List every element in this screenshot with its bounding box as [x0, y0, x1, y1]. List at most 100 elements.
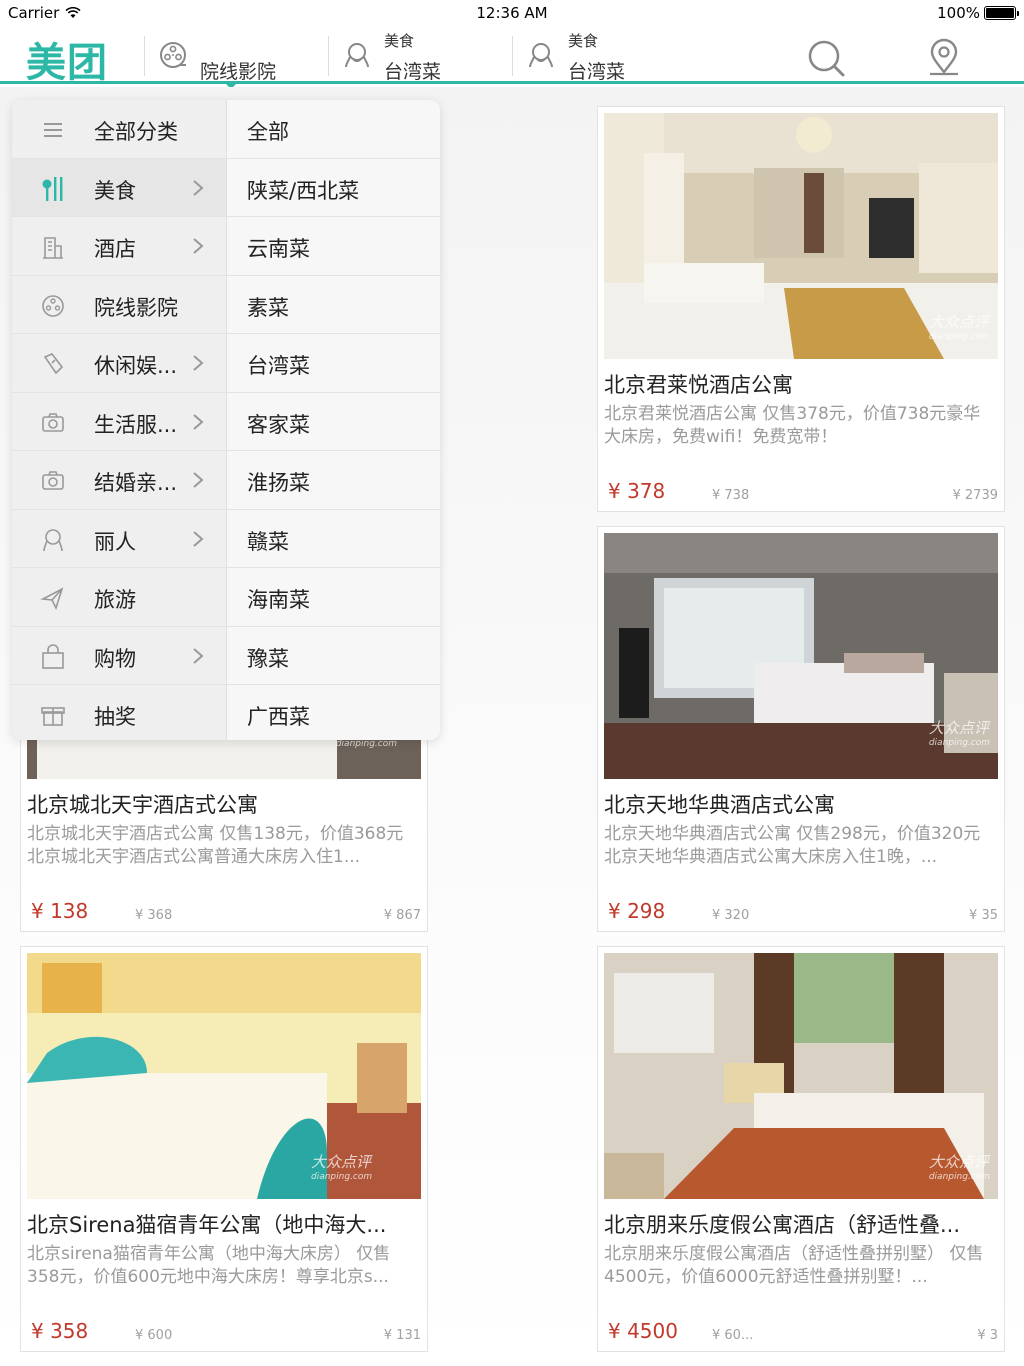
category-label: 酒店 [94, 237, 136, 261]
deal-original-price: ¥ 60... [712, 1328, 754, 1343]
category-label: 美食 [94, 178, 136, 203]
nav-food-2-bottom: 台湾菜 [568, 61, 626, 83]
category-beauty[interactable]: 丽人 [12, 510, 226, 568]
subcategory-item[interactable]: 赣菜 [227, 510, 440, 568]
subcategory-label: 全部 [247, 120, 289, 144]
category-lottery[interactable]: 抽奖 [12, 685, 226, 740]
category-label: 结婚亲... [94, 471, 178, 495]
category-hotel[interactable]: 酒店 [12, 217, 226, 276]
meituan-logo[interactable]: 美团 [26, 30, 108, 88]
deal-original-price: ¥ 600 [135, 1328, 173, 1343]
category-travel[interactable]: 旅游 [12, 568, 226, 627]
chevron-right-icon [193, 530, 204, 547]
deal-description: 北京君莱悦酒店公寓 仅售378元，价值738元豪华大床房，免费wifi！免费宽带… [604, 404, 981, 447]
chevron-right-icon [193, 472, 204, 488]
deal-card[interactable]: 大众点评 dianping.com 北京Sirena猫宿青年公寓（地中海大... … [20, 946, 428, 1352]
category-wedding[interactable]: 结婚亲... [12, 451, 226, 510]
category-shopping[interactable]: 购物 [12, 627, 226, 685]
deal-sales-count: ¥ 867 [383, 908, 421, 923]
category-label: 生活服... [94, 412, 178, 437]
subcategory-item[interactable]: 台湾菜 [227, 334, 440, 393]
watermark-main: 大众点评 [928, 313, 989, 331]
chevron-right-icon [193, 238, 204, 254]
deal-description: 北京朋来乐度假公寓酒店（舒适性叠拼别墅） 仅售4500元，价值6000元舒适性叠… [604, 1244, 984, 1287]
deal-price: ¥ 298 [608, 899, 666, 923]
nav-category-cinema[interactable]: 院线影院 [144, 30, 324, 89]
deal-title: 北京天地华典酒店式公寓 [604, 793, 835, 817]
deal-original-price: ¥ 368 [135, 908, 173, 923]
category-label: 购物 [94, 646, 136, 671]
deal-price: ¥ 138 [31, 899, 89, 923]
divider [512, 36, 513, 76]
category-cinema[interactable]: 院线影院 [12, 276, 226, 334]
chevron-right-icon [193, 647, 204, 664]
deal-price: ¥ 378 [608, 479, 666, 503]
deal-sales-count: ¥ 3 [977, 1328, 998, 1343]
divider [328, 36, 329, 76]
category-all[interactable]: 全部分类 [12, 100, 226, 159]
list-icon [44, 123, 62, 137]
deal-title: 北京Sirena猫宿青年公寓（地中海大... [27, 1213, 387, 1237]
deal-description: 北京天地华典酒店式公寓 仅售298元，价值320元北京天地华典酒店式公寓大床房入… [604, 824, 981, 867]
category-label: 院线影院 [94, 295, 178, 320]
category-list-secondary: 全部 陕菜/西北菜 云南菜 素菜 台湾菜 客家菜 淮扬菜 赣菜 海南菜 豫菜 广… [226, 100, 440, 740]
subcategory-item[interactable]: 素菜 [227, 276, 440, 334]
category-leisure[interactable]: 休闲娱... [12, 334, 226, 393]
watermark-sub: dianping.com [928, 1172, 990, 1182]
battery-indicator: 100% [937, 4, 1019, 22]
beauty-icon [345, 43, 369, 68]
search-icon[interactable] [806, 38, 846, 78]
deal-price: ¥ 358 [31, 1319, 89, 1343]
deal-sales-count: ¥ 2739 [952, 488, 999, 503]
clock: 12:36 AM [476, 4, 548, 22]
category-dropdown: 全部分类 美食 酒店 院线影院 休闲娱... 生活服... 结婚亲... 丽人 … [12, 100, 440, 740]
subcategory-item[interactable]: 客家菜 [227, 393, 440, 451]
category-label: 抽奖 [94, 705, 136, 729]
film-reel-icon [160, 42, 186, 68]
deal-card[interactable]: 大众点评 dianping.com 北京天地华典酒店式公寓 北京天地华典酒店式公寓… [597, 526, 1005, 932]
deal-original-price: ¥ 738 [712, 488, 750, 503]
category-label: 旅游 [94, 588, 136, 612]
deal-card[interactable]: 大众点评 dianping.com 北京君莱悦酒店公寓 北京君莱悦酒店公寓 仅售3… [597, 106, 1005, 512]
subcategory-item[interactable]: 海南菜 [227, 568, 440, 627]
brush-icon [43, 353, 64, 375]
subcategory-item[interactable]: 全部 [227, 100, 440, 159]
category-life-service[interactable]: 生活服... [12, 393, 226, 451]
deal-description: 北京sirena猫宿青年公寓（地中海大床房） 仅售358元，价值600元地中海大… [27, 1244, 391, 1287]
category-label: 丽人 [94, 529, 136, 554]
deal-original-price: ¥ 320 [712, 908, 750, 923]
battery-icon [984, 6, 1019, 20]
deal-title: 北京朋来乐度假公寓酒店（舒适性叠... [604, 1213, 961, 1237]
location-pin-icon[interactable] [924, 38, 964, 78]
subcategory-label: 云南菜 [247, 237, 310, 261]
beauty-icon [43, 528, 63, 551]
deal-description: 北京城北天宇酒店式公寓 仅售138元，价值368元北京城北天宇酒店式公寓普通大床… [27, 824, 404, 867]
deal-title: 北京城北天宇酒店式公寓 [27, 793, 258, 817]
watermark: 大众点评 dianping.com [929, 717, 990, 748]
subcategory-item[interactable]: 云南菜 [227, 217, 440, 276]
watermark-main: 大众点评 [928, 719, 989, 737]
subcategory-item[interactable]: 豫菜 [227, 627, 440, 685]
watermark-main: 大众点评 [928, 1153, 989, 1171]
camera-icon [42, 412, 64, 432]
nav-food-2-top: 美食 [568, 32, 599, 50]
subcategory-item[interactable]: 广西菜 [227, 685, 440, 740]
subcategory-item[interactable]: 陕菜/西北菜 [227, 159, 440, 217]
category-list-primary: 全部分类 美食 酒店 院线影院 休闲娱... 生活服... 结婚亲... 丽人 … [12, 100, 226, 740]
category-label: 全部分类 [94, 120, 178, 144]
subcategory-label: 淮扬菜 [247, 471, 310, 495]
deal-price: ¥ 4500 [608, 1319, 678, 1343]
nav-category-food-2[interactable]: 美食 台湾菜 [512, 30, 692, 83]
watermark: 大众点评 dianping.com [311, 1151, 372, 1333]
nav-bar: 美团 院线影院 美食 台湾菜 美食 台湾菜 [0, 26, 1024, 89]
subcategory-label: 广西菜 [247, 705, 310, 729]
category-food[interactable]: 美食 [12, 158, 226, 217]
beauty-icon [529, 43, 553, 68]
deal-card[interactable]: 大众点评 dianping.com 北京朋来乐度假公寓酒店（舒适性叠... 北京朋… [597, 946, 1005, 1352]
subcategory-label: 素菜 [247, 295, 289, 320]
nav-category-food-1[interactable]: 美食 台湾菜 [328, 30, 508, 83]
bag-icon [42, 643, 64, 669]
category-label: 休闲娱... [94, 354, 178, 378]
subcategory-label: 豫菜 [247, 646, 289, 671]
subcategory-item[interactable]: 淮扬菜 [227, 451, 440, 510]
